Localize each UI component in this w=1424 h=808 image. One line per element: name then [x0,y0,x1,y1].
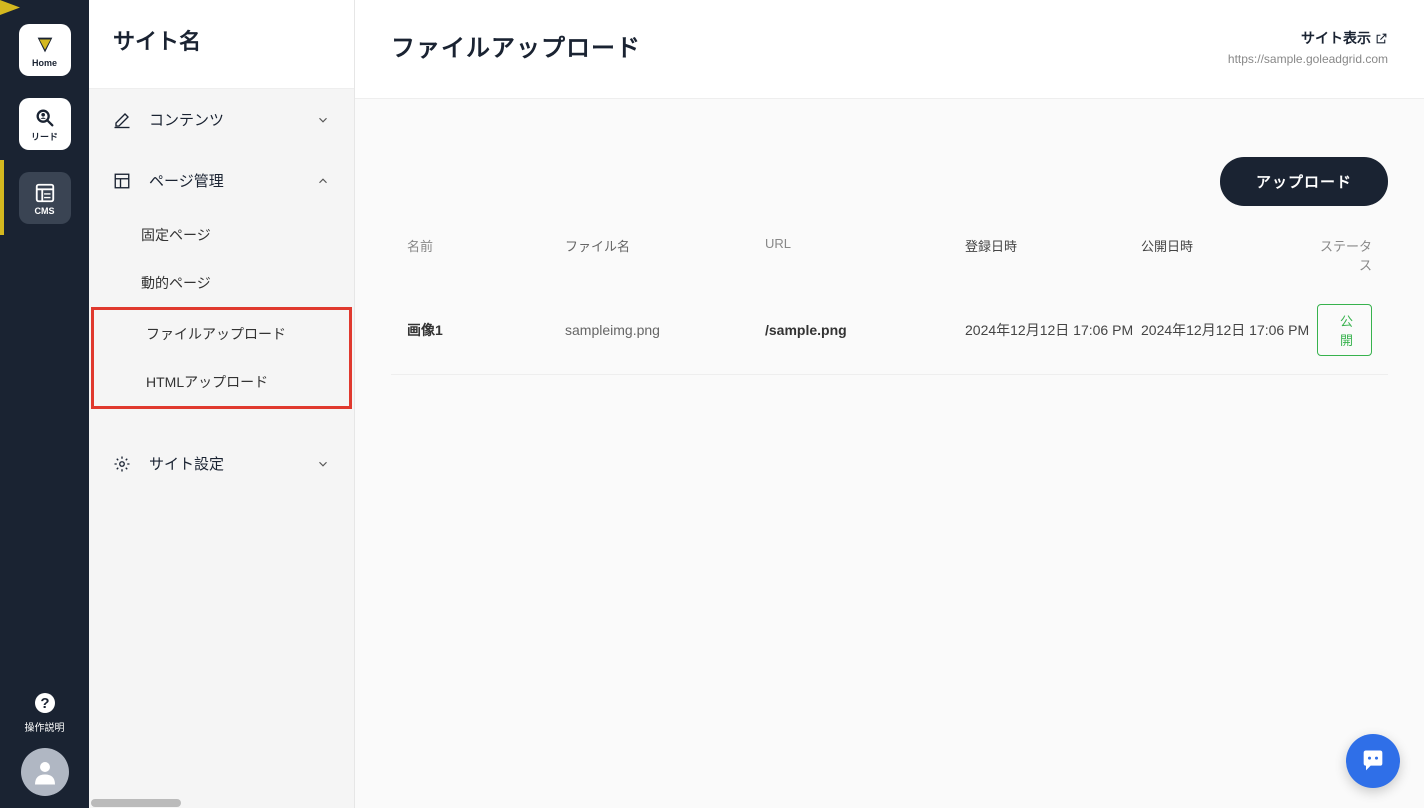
nav-page-mgmt-label: ページ管理 [149,170,224,191]
col-published: 公開日時 [1141,236,1317,274]
nav-site-settings-label: サイト設定 [149,453,224,474]
nav-contents[interactable]: コンテンツ [89,89,354,150]
chevron-down-icon [316,457,330,471]
icon-rail: Home リード CMS ? 操作説明 [0,0,89,808]
gear-icon [113,455,131,473]
rail-cms[interactable]: CMS [19,172,71,224]
user-icon [30,757,60,787]
col-url: URL [765,236,965,274]
cell-url: /sample.png [765,322,965,338]
cms-icon [32,181,57,206]
nav-fixed-page[interactable]: 固定ページ [89,211,354,259]
cell-published: 2024年12月12日 17:06 PM [1141,320,1317,340]
rail-help-label: 操作説明 [25,719,65,734]
chat-button[interactable] [1346,734,1400,788]
col-name: 名前 [407,236,565,274]
col-created: 登録日時 [965,236,1141,274]
chevron-up-icon [316,174,330,188]
nav-file-upload[interactable]: ファイルアップロード [94,310,349,358]
layout-icon [113,172,131,190]
nav-html-upload[interactable]: HTMLアップロード [94,358,349,406]
site-view-label: サイト表示 [1301,28,1371,48]
toolbar: アップロード [391,157,1388,206]
external-link-icon [1375,32,1388,45]
site-link[interactable]: サイト表示 https://sample.goleadgrid.com [1228,28,1388,66]
cell-name: 画像1 [407,320,565,340]
rail-lead[interactable]: リード [19,98,71,150]
avatar[interactable] [21,748,69,796]
sidebar-scrollbar[interactable] [91,798,352,808]
status-badge: 公開 [1317,304,1372,356]
table-header: 名前 ファイル名 URL 登録日時 公開日時 ステータス [391,224,1388,286]
chevron-down-icon [316,113,330,127]
sidebar: サイト名 コンテンツ ページ管理 固定ページ 動的ページ ファイルアップロード … [89,0,355,808]
upload-button[interactable]: アップロード [1220,157,1388,206]
site-name: サイト名 [113,24,330,56]
file-table: 名前 ファイル名 URL 登録日時 公開日時 ステータス 画像1 samplei… [391,224,1388,375]
svg-text:?: ? [40,695,49,712]
col-status: ステータス [1317,236,1372,274]
rail-lead-label: リード [31,130,58,143]
annotation-highlight: ファイルアップロード HTMLアップロード [91,307,352,409]
cell-status: 公開 [1317,304,1372,356]
lead-icon [32,105,57,130]
main-content: ファイルアップロード サイト表示 https://sample.goleadgr… [355,0,1424,808]
rail-home-label: Home [32,58,57,68]
home-logo-icon [32,33,57,58]
rail-active-accent [0,160,4,235]
nav-contents-label: コンテンツ [149,109,224,130]
scrollbar-thumb[interactable] [91,799,181,807]
rail-home[interactable]: Home [19,24,71,76]
site-url: https://sample.goleadgrid.com [1228,52,1388,66]
page-title: ファイルアップロード [391,28,641,63]
table-row[interactable]: 画像1 sampleimg.png /sample.png 2024年12月12… [391,286,1388,375]
nav-site-settings[interactable]: サイト設定 [89,433,354,494]
col-filename: ファイル名 [565,236,765,274]
main-body: アップロード 名前 ファイル名 URL 登録日時 公開日時 ステータス 画像1 … [355,99,1424,808]
rail-help[interactable]: ? 操作説明 [25,691,65,734]
rail-cms-label: CMS [35,206,55,216]
main-header: ファイルアップロード サイト表示 https://sample.goleadgr… [355,0,1424,99]
rail-bottom: ? 操作説明 [21,691,69,808]
nav-dynamic-page[interactable]: 動的ページ [89,259,354,307]
help-icon: ? [33,691,57,715]
cell-filename: sampleimg.png [565,322,765,338]
nav-page-mgmt[interactable]: ページ管理 [89,150,354,211]
chat-icon [1359,747,1387,775]
cell-created: 2024年12月12日 17:06 PM [965,320,1141,340]
edit-icon [113,111,131,129]
sidebar-header: サイト名 [89,0,354,89]
